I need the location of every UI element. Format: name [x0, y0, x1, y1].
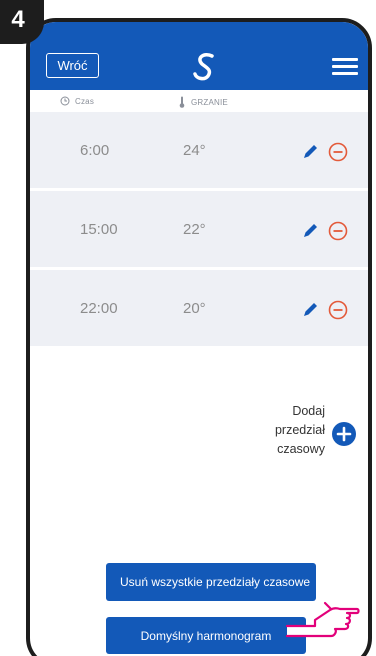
- heating-column-label: GRZANIE: [191, 97, 228, 107]
- interval-temperature: 22°: [183, 221, 206, 238]
- add-interval-plus-icon[interactable]: [332, 422, 356, 446]
- back-button[interactable]: Wróć: [46, 53, 99, 78]
- time-column-label: Czas: [75, 96, 95, 106]
- edit-pencil-icon[interactable]: [300, 142, 320, 162]
- default-schedule-button[interactable]: Domyślny harmonogram: [106, 617, 306, 654]
- remove-circle-icon[interactable]: [328, 300, 348, 320]
- interval-row: 6:00 24°: [30, 112, 368, 191]
- add-interval-label-line: czasowy: [277, 442, 325, 456]
- edit-pencil-icon[interactable]: [300, 221, 320, 241]
- interval-row: 22:00 20°: [30, 270, 368, 349]
- time-column-header: Czas: [60, 96, 94, 106]
- phone-frame: Wróć Czas GRZANIE 6:00 24° 15:00 22° 22:…: [26, 18, 372, 656]
- interval-time: 6:00: [80, 142, 110, 159]
- salus-logo-icon: [193, 52, 214, 81]
- add-interval-label-line: Dodaj: [292, 404, 325, 418]
- add-interval-label-line: przedział: [274, 423, 325, 437]
- remove-circle-icon[interactable]: [328, 142, 348, 162]
- heating-column-header: GRZANIE: [178, 96, 228, 108]
- remove-circle-icon[interactable]: [328, 221, 348, 241]
- clock-icon: [60, 96, 70, 106]
- interval-temperature: 20°: [183, 300, 206, 317]
- interval-row: 15:00 22°: [30, 191, 368, 270]
- pointing-hand-icon: [285, 601, 360, 638]
- app-header: Wróć: [30, 22, 368, 90]
- interval-temperature: 24°: [183, 142, 206, 159]
- add-interval-label[interactable]: Dodaj przedział czasowy: [250, 402, 325, 459]
- interval-list: 6:00 24° 15:00 22° 22:00 20°: [30, 112, 368, 349]
- step-badge: 4: [0, 0, 44, 44]
- hamburger-menu-icon[interactable]: [332, 58, 358, 76]
- thermometer-icon: [179, 96, 185, 108]
- interval-time: 15:00: [80, 221, 118, 238]
- edit-pencil-icon[interactable]: [300, 300, 320, 320]
- interval-time: 22:00: [80, 300, 118, 317]
